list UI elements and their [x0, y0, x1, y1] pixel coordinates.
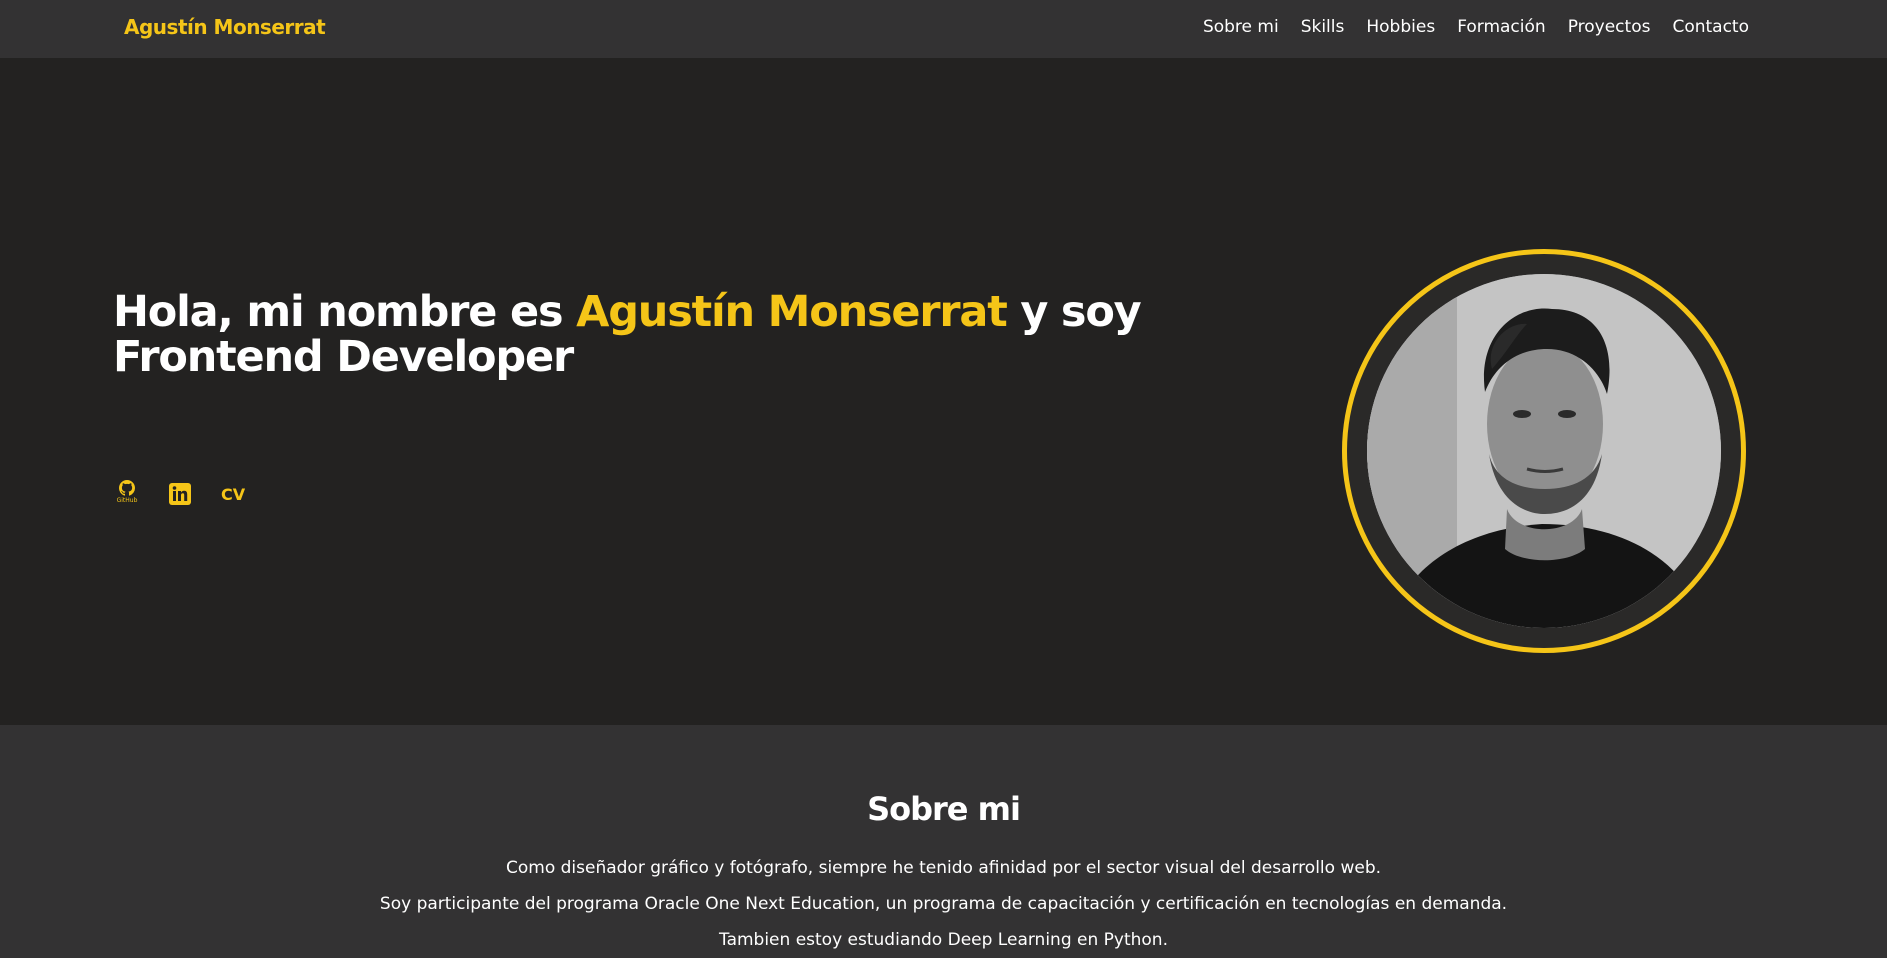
about-line: Tambien estoy estudiando Deep Learning e…	[719, 930, 1168, 950]
nav-link-proyectos[interactable]: Proyectos	[1568, 17, 1651, 37]
profile-photo	[1367, 274, 1721, 628]
about-line: Soy participante del programa Oracle One…	[379, 894, 1508, 914]
cv-link[interactable]: CV	[221, 485, 245, 504]
about-section: Sobre mi Como diseñador gráfico y fotógr…	[0, 725, 1887, 958]
hero-section: Hola, mi nombre es Agustín Monserrat y s…	[0, 58, 1887, 725]
nav-link-skills[interactable]: Skills	[1301, 17, 1345, 37]
nav-link-formacion[interactable]: Formación	[1457, 17, 1546, 37]
about-title: Sobre mi	[867, 790, 1021, 828]
nav-link-hobbies[interactable]: Hobbies	[1366, 17, 1435, 37]
hero-title-prefix: Hola, mi nombre es	[113, 287, 577, 337]
nav-link-sobre-mi[interactable]: Sobre mi	[1203, 17, 1279, 37]
github-icon: GitHub	[115, 480, 139, 508]
profile-photo-illustration	[1367, 274, 1721, 628]
linkedin-icon	[169, 483, 191, 505]
brand-logo-link[interactable]: Agustín Monserrat	[124, 15, 326, 39]
github-link[interactable]: GitHub	[115, 480, 139, 508]
linkedin-link[interactable]	[169, 483, 191, 505]
about-text: Como diseñador gráfico y fotógrafo, siem…	[0, 850, 1887, 958]
hero-title: Hola, mi nombre es Agustín Monserrat y s…	[113, 290, 1293, 380]
social-links: GitHub CV	[115, 480, 245, 508]
nav-links: Sobre mi Skills Hobbies Formación Proyec…	[1203, 17, 1749, 37]
navbar: Agustín Monserrat Sobre mi Skills Hobbie…	[0, 0, 1887, 58]
github-octocat-icon	[119, 480, 135, 496]
github-label: GitHub	[116, 497, 138, 504]
hero-title-name: Agustín Monserrat	[576, 287, 1008, 337]
about-line: Como diseñador gráfico y fotógrafo, siem…	[505, 858, 1382, 878]
nav-link-contacto[interactable]: Contacto	[1672, 17, 1749, 37]
avatar-ring	[1342, 249, 1746, 653]
